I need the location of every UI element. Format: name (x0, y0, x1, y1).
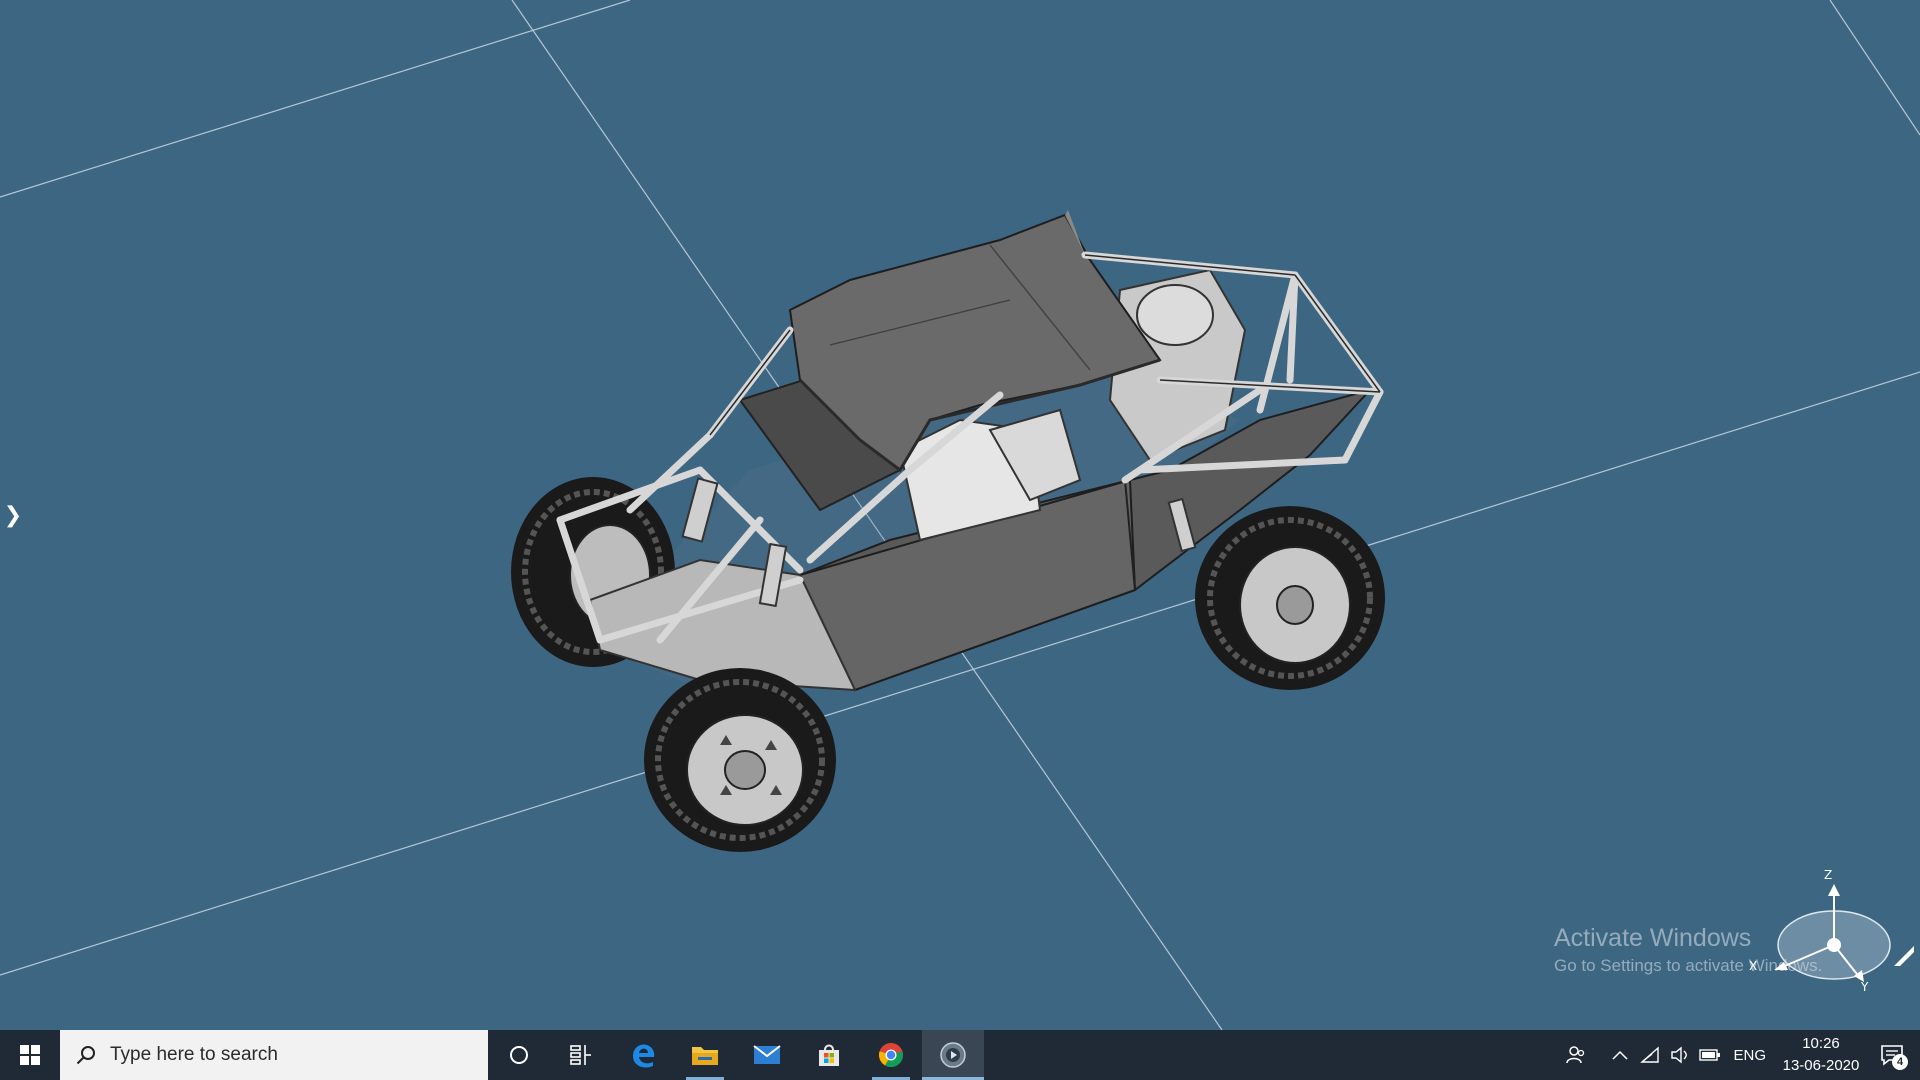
system-tray: ENG 10:26 13-06-2020 4 (1561, 1030, 1920, 1080)
mail-button[interactable] (736, 1030, 798, 1080)
3d-viewport[interactable]: ❯ Activate Windows Go to Settings to act… (0, 0, 1920, 1030)
edge-button[interactable] (612, 1030, 674, 1080)
taskbar-search-box[interactable]: Type here to search (60, 1030, 488, 1080)
notification-count-badge: 4 (1892, 1054, 1908, 1070)
mail-icon (753, 1045, 781, 1064)
cad-app-icon (940, 1042, 966, 1068)
file-explorer-button[interactable] (674, 1030, 736, 1080)
taskbar: Type here to search ENG 10:26 13-06-2020… (0, 1030, 1920, 1080)
orientation-triad[interactable]: Z X Y (1730, 862, 1900, 1002)
edge-icon (633, 1044, 655, 1068)
battery-icon[interactable] (1695, 1030, 1725, 1080)
cad-viewer-button[interactable] (922, 1030, 984, 1080)
action-center-button[interactable]: 4 (1864, 1030, 1920, 1080)
wheel-rear (1195, 506, 1385, 690)
chrome-button[interactable] (860, 1030, 922, 1080)
search-placeholder: Type here to search (110, 1044, 278, 1065)
axis-y-label: Y (1861, 980, 1869, 994)
wheel-front-right (644, 668, 836, 852)
circle-icon (510, 1046, 528, 1064)
chrome-icon (879, 1043, 903, 1067)
store-button[interactable] (798, 1030, 860, 1080)
search-icon (76, 1046, 95, 1065)
network-icon[interactable] (1635, 1030, 1665, 1080)
scene-canvas[interactable] (0, 0, 1920, 1030)
task-view-button[interactable] (550, 1030, 612, 1080)
folder-icon (692, 1047, 718, 1065)
axis-z-label: Z (1824, 868, 1833, 882)
clock[interactable]: 10:26 13-06-2020 (1778, 1033, 1864, 1077)
cortana-button[interactable] (488, 1030, 550, 1080)
buggy-3d-model[interactable] (511, 210, 1385, 852)
task-view-icon (570, 1045, 591, 1065)
clock-date: 13-06-2020 (1782, 1057, 1860, 1074)
store-icon (819, 1044, 839, 1066)
volume-icon[interactable] (1665, 1030, 1695, 1080)
clock-time: 10:26 (1802, 1035, 1840, 1052)
axis-x-label: X (1749, 959, 1758, 973)
language-indicator[interactable]: ENG (1733, 1047, 1766, 1064)
start-button[interactable] (0, 1030, 60, 1080)
chevron-right-icon[interactable]: ❯ (2, 500, 24, 530)
chevron-up-icon[interactable] (1605, 1030, 1635, 1080)
windows-logo-icon (20, 1045, 40, 1065)
resize-corner-icon[interactable] (1892, 944, 1916, 972)
people-icon[interactable] (1561, 1030, 1591, 1080)
